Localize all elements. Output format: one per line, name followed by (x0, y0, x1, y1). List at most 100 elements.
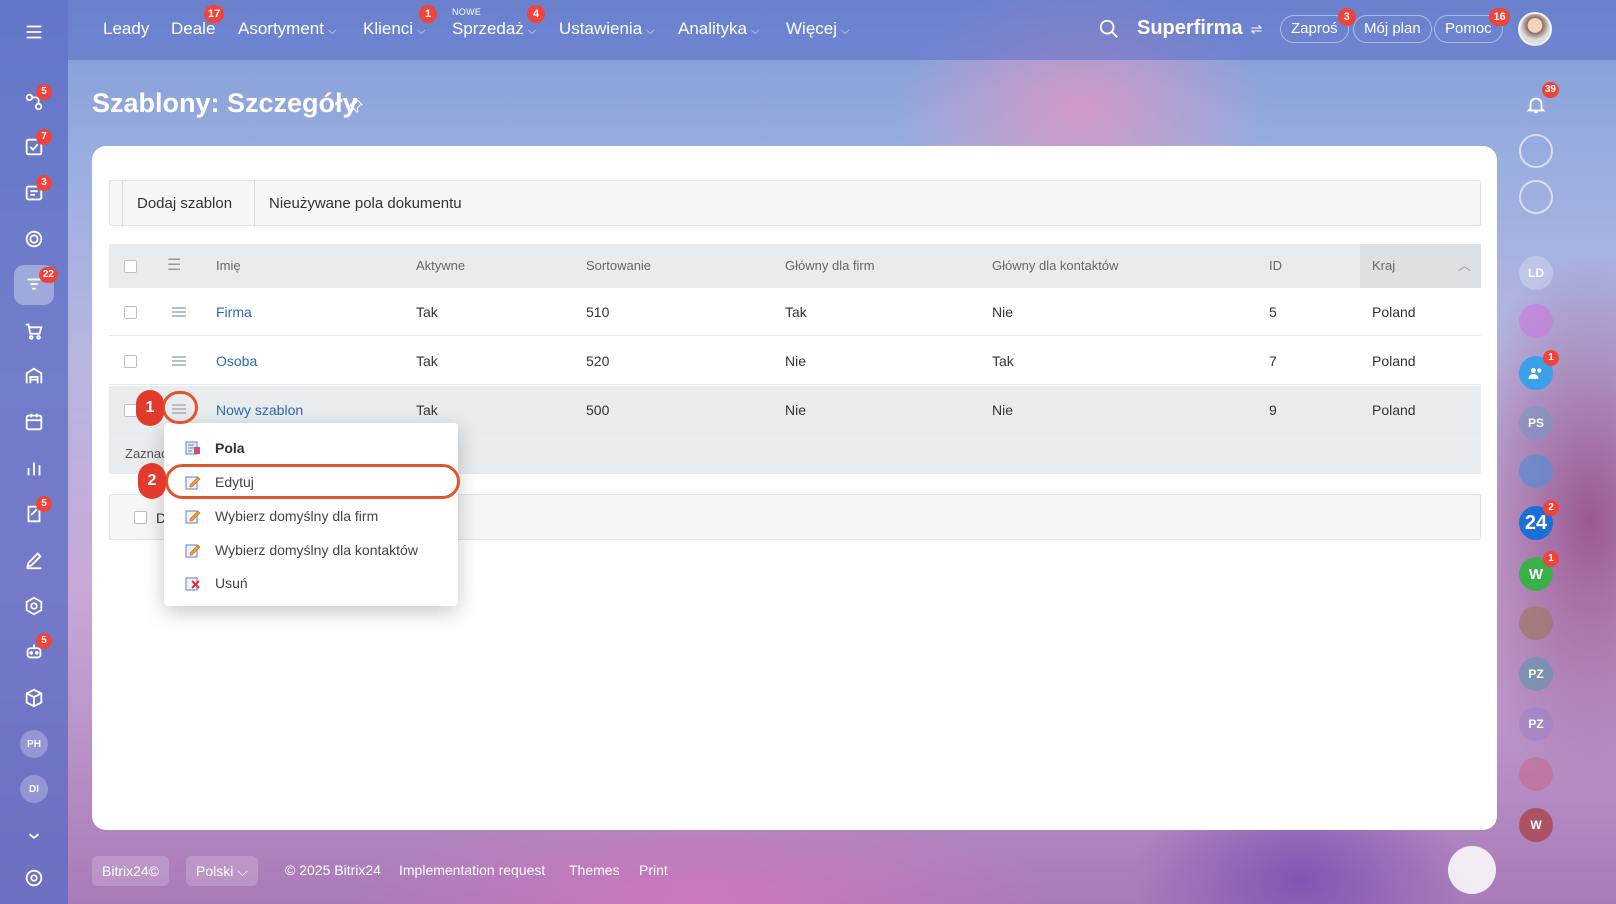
sidebar-item-sign[interactable] (14, 540, 54, 580)
sidebar-badge: 7 (36, 129, 52, 145)
column-header-id[interactable]: ID (1269, 244, 1282, 288)
sidebar-item-calendar[interactable] (14, 402, 54, 442)
sidebar-item-goals[interactable] (14, 219, 54, 259)
row-menu-icon[interactable] (172, 356, 186, 366)
sidebar-item-catalog[interactable] (14, 678, 54, 718)
sidebar-avatar-ph[interactable]: PH (20, 730, 48, 758)
sidebar-item-sales[interactable]: 22 (14, 265, 58, 305)
pin-icon[interactable] (348, 98, 364, 114)
nav-item-settings[interactable]: Ustawienia ⌵ (559, 19, 655, 39)
sidebar-badge: 5 (36, 84, 52, 100)
table-row[interactable]: Firma Tak 510 Tak Nie 5 Poland (109, 288, 1481, 336)
rail-item-avatar[interactable] (1519, 606, 1553, 640)
rail-label: LD (1528, 266, 1544, 280)
row-checkbox[interactable] (124, 306, 137, 319)
sidebar-item-inventory[interactable] (14, 356, 54, 396)
help-button[interactable]: Pomoc 16 (1434, 8, 1510, 43)
edit-icon (185, 510, 201, 524)
menu-item-delete[interactable]: Usuń (164, 566, 458, 600)
rail-badge: 1 (1543, 350, 1559, 366)
step-marker-2: 2 (138, 463, 166, 499)
column-header-country[interactable]: Kraj ︿ (1360, 244, 1481, 288)
nav-item-assortment[interactable]: Asortyment ⌵ (238, 19, 336, 39)
rail-item-w-2[interactable]: W (1519, 808, 1553, 842)
cell-id: 9 (1269, 402, 1277, 418)
rail-label: PS (1527, 416, 1544, 430)
rail-item-w[interactable]: W 1 (1519, 551, 1559, 591)
row-context-menu: Pola Edytuj Wybierz domyślny dla firm Wy… (164, 423, 458, 606)
nav-item-more[interactable]: Więcej ⌵ (786, 19, 849, 39)
column-header-main-contact[interactable]: Główny dla kontaktów (992, 244, 1118, 288)
user-avatar[interactable] (1518, 12, 1552, 46)
sidebar-item-documents[interactable]: 5 (14, 494, 54, 534)
cell-country: Poland (1372, 402, 1416, 418)
column-header-sort[interactable]: Sortowanie (586, 244, 651, 288)
sidebar-item-feed[interactable]: 3 (14, 173, 54, 213)
sidebar-item-market[interactable] (14, 586, 54, 626)
settings-gear-icon[interactable] (14, 858, 54, 898)
search-icon[interactable] (1098, 18, 1120, 40)
sidebar-avatar-di[interactable]: DI (20, 775, 48, 803)
row-menu-icon[interactable] (172, 307, 186, 317)
rail-item-bitrix24[interactable]: 24 2 (1519, 500, 1559, 540)
print-link[interactable]: Print (639, 862, 668, 878)
rail-item-ld[interactable]: LD (1519, 256, 1553, 290)
nav-item-sales[interactable]: NOWE Sprzedaż ⌵ 4 (452, 5, 545, 39)
template-name-link[interactable]: Osoba (216, 337, 257, 385)
table-row[interactable]: Osoba Tak 520 Nie Tak 7 Poland (109, 337, 1481, 385)
my-plan-button[interactable]: Mój plan (1353, 15, 1432, 43)
nav-item-analytics[interactable]: Analityka ⌵ (678, 19, 759, 39)
nav-badge: 17 (204, 5, 225, 23)
column-header-active[interactable]: Aktywne (416, 244, 465, 288)
implementation-request-link[interactable]: Implementation request (399, 862, 545, 878)
sidebar-badge: 3 (36, 175, 52, 191)
invite-button[interactable]: Zaproś 3 (1280, 8, 1356, 43)
rail-item-copilot[interactable] (1519, 134, 1553, 168)
rail-item-group[interactable]: 1 (1519, 350, 1559, 390)
notifications-bell-icon[interactable]: 39 (1519, 82, 1559, 122)
rail-item-chat[interactable] (1519, 454, 1553, 488)
group-action-checkbox[interactable] (134, 511, 147, 524)
sidebar-item-shop[interactable] (14, 311, 54, 351)
menu-item-default-company[interactable]: Wybierz domyślny dla firm (164, 499, 458, 533)
hamburger-menu-icon[interactable] (14, 12, 54, 52)
themes-link[interactable]: Themes (569, 862, 620, 878)
column-header-name[interactable]: Imię (216, 244, 241, 288)
column-settings-icon[interactable]: ☰ (167, 244, 181, 288)
sidebar-item-automation[interactable]: 5 (14, 631, 54, 671)
bitrix24-logo[interactable]: Bitrix24© (92, 856, 169, 886)
add-template-button[interactable]: Dodaj szablon (122, 181, 232, 227)
switch-icon: ⇌ (1250, 21, 1263, 37)
rail-item-video[interactable] (1519, 757, 1553, 791)
select-all-checkbox[interactable] (124, 260, 137, 273)
brand-name[interactable]: Superfirma ⇌ (1137, 17, 1262, 40)
bell-icon (1526, 97, 1546, 114)
rail-item-ps[interactable]: PS (1519, 406, 1553, 440)
nav-item-leads[interactable]: Leady (103, 19, 149, 39)
cell-sort: 520 (586, 353, 610, 369)
sidebar-item-crm[interactable]: 5 (14, 82, 54, 122)
language-selector[interactable]: Polski ⌵ (186, 856, 258, 886)
rail-item-pz-2[interactable]: PZ (1519, 707, 1553, 741)
sidebar-item-tasks[interactable]: 7 (14, 127, 54, 167)
nav-badge: 4 (527, 5, 545, 23)
scroll-menu-button[interactable] (1448, 846, 1496, 894)
row-checkbox[interactable] (124, 355, 137, 368)
cell-main-contact: Nie (992, 402, 1014, 418)
sidebar-expand-icon[interactable] (14, 816, 54, 856)
unused-fields-button[interactable]: Nieużywane pola dokumentu (254, 181, 462, 227)
rail-item-target[interactable] (1519, 304, 1553, 338)
sidebar-item-reports[interactable] (14, 448, 54, 488)
template-name-link[interactable]: Firma (216, 288, 252, 336)
brand-label: Superfirma (1137, 17, 1243, 39)
nav-label: Analityka (678, 19, 747, 38)
rail-item-pz[interactable]: PZ (1519, 657, 1553, 691)
nav-item-clients[interactable]: Klienci ⌵ 1 (363, 5, 437, 39)
nav-item-deals[interactable]: Deale 17 (171, 5, 225, 39)
menu-item-fields[interactable]: Pola (164, 431, 458, 465)
step-marker-1: 1 (136, 390, 164, 426)
grid-header: ☰ Imię Aktywne Sortowanie Główny dla fir… (109, 244, 1481, 288)
menu-item-default-contact[interactable]: Wybierz domyślny dla kontaktów (164, 533, 458, 567)
rail-item-search-chat[interactable] (1519, 180, 1553, 214)
column-header-main-company[interactable]: Główny dla firm (785, 244, 875, 288)
